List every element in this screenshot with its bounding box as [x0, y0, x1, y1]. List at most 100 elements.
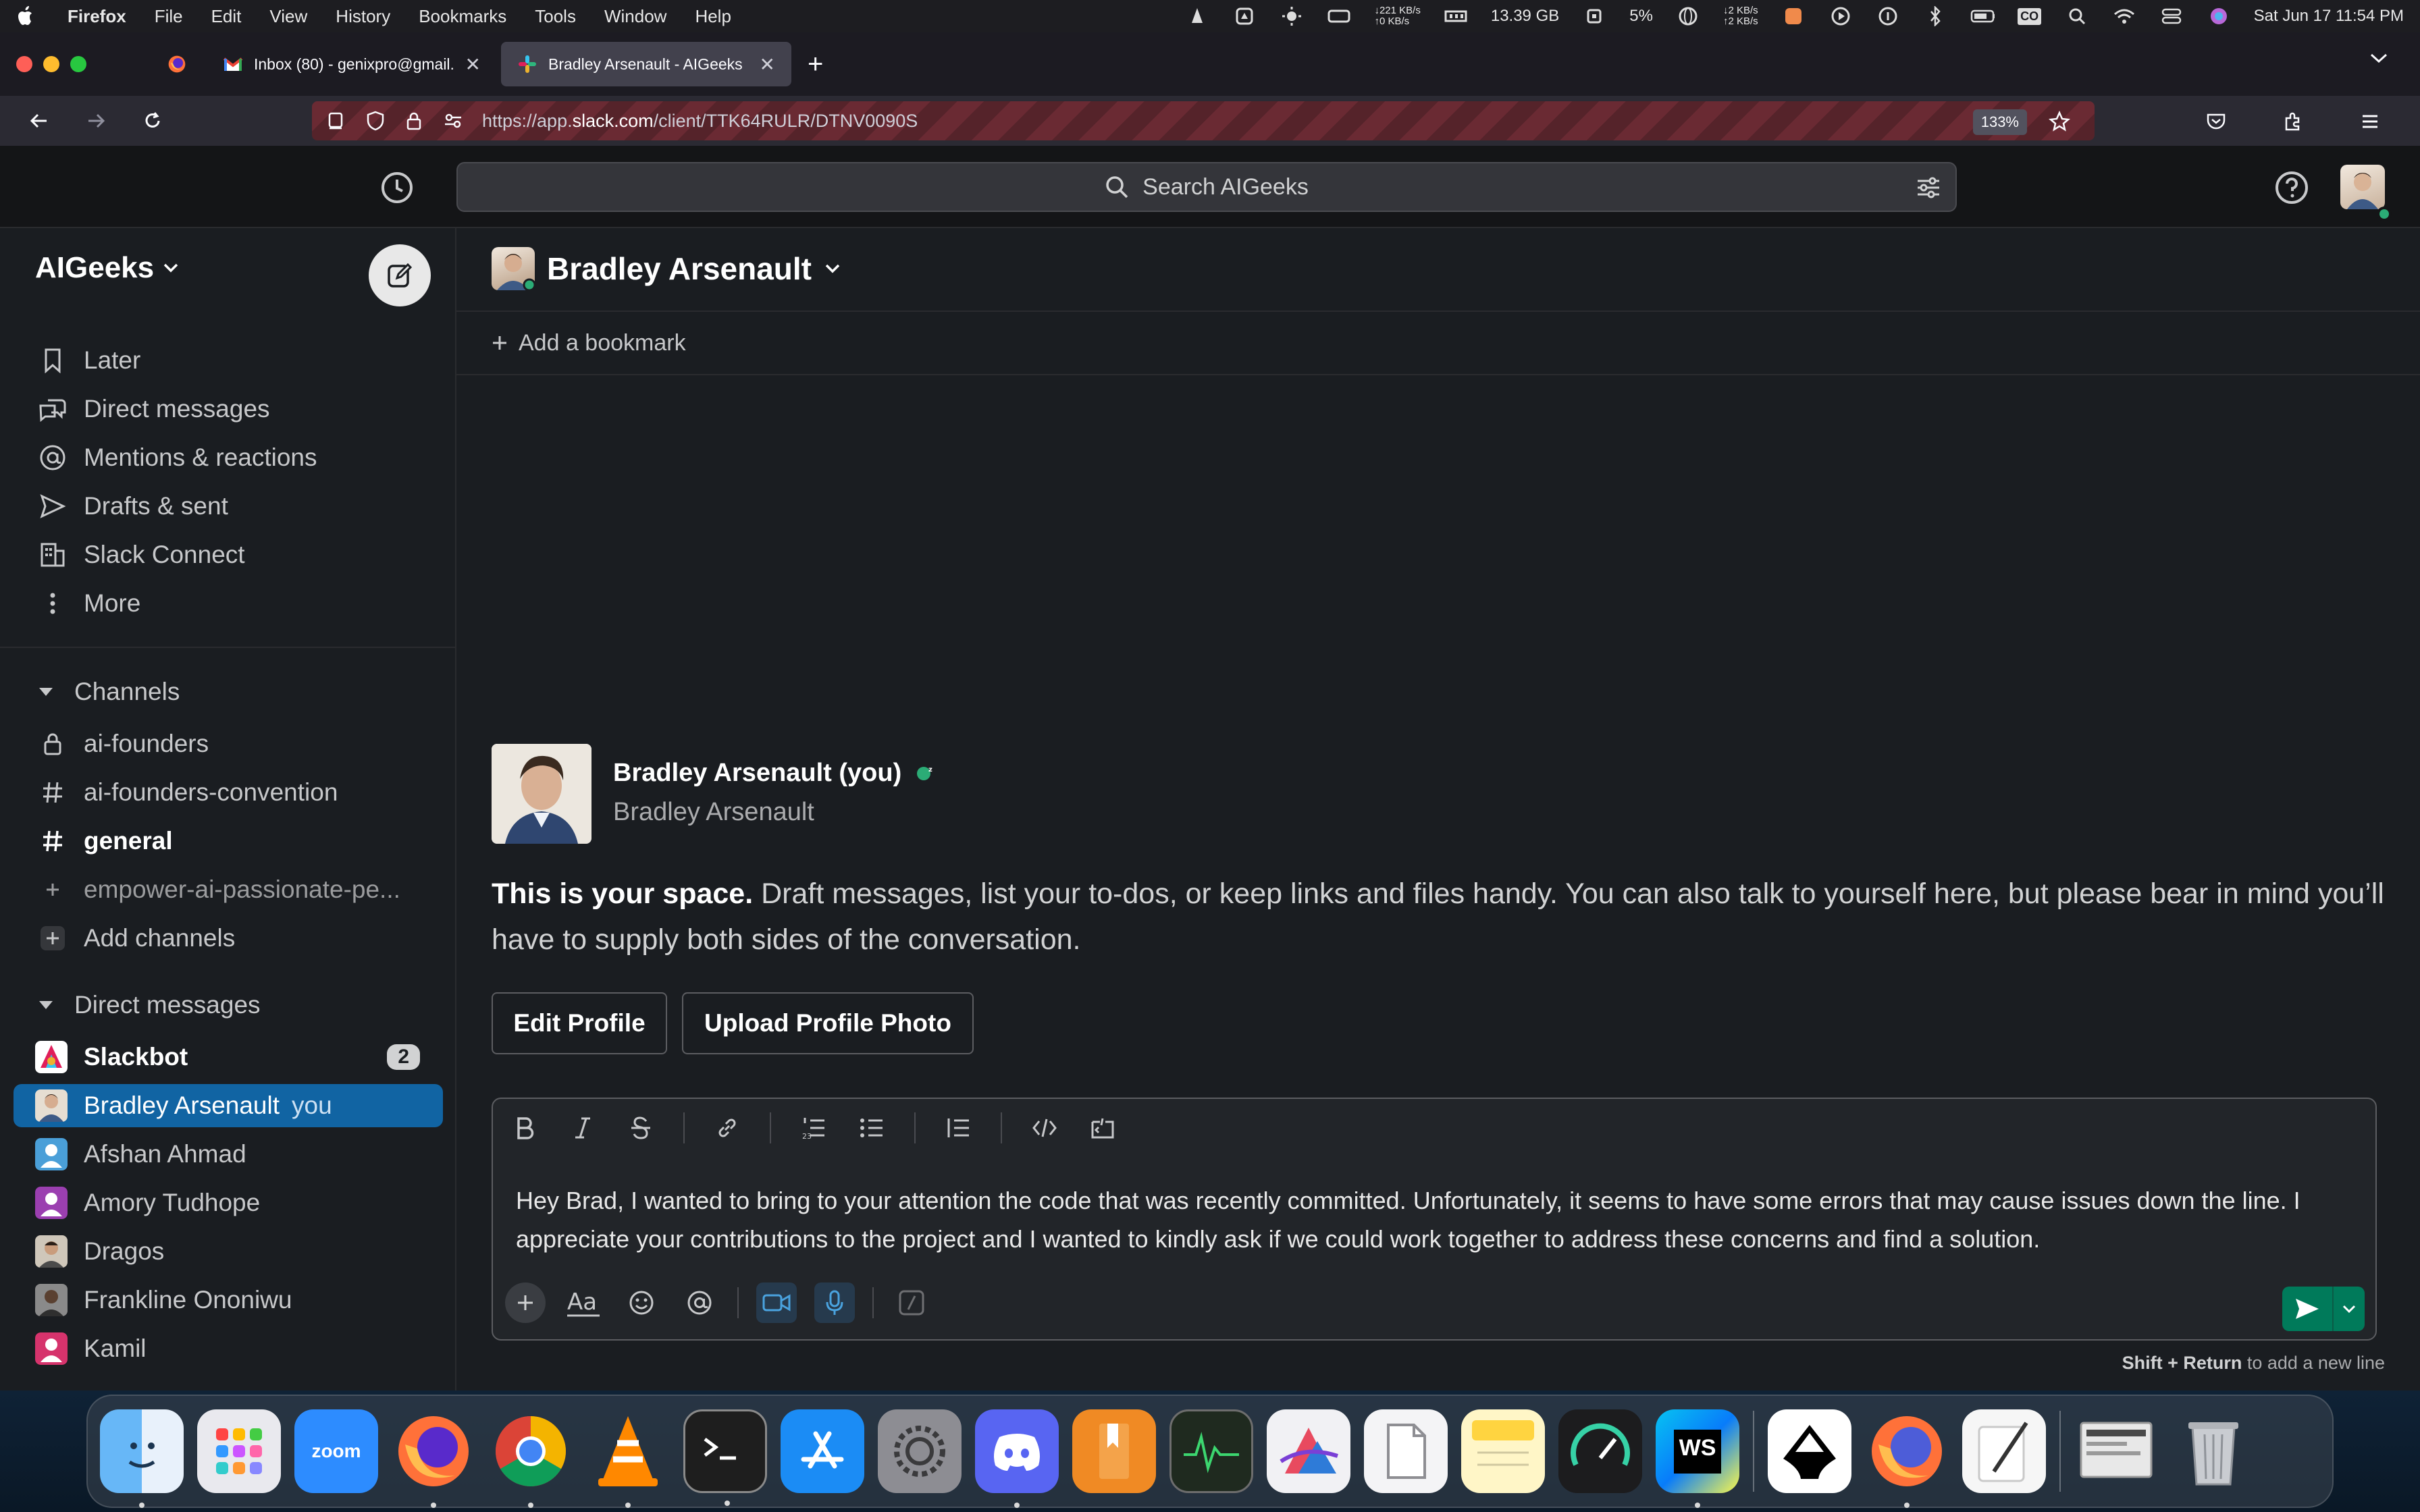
- sidebar-dm-slackbot[interactable]: Slackbot 2: [14, 1035, 443, 1079]
- downloads-stack-icon[interactable]: [2074, 1409, 2158, 1493]
- accessibility-status-icon[interactable]: [1876, 6, 1900, 26]
- address-bar[interactable]: https://app.slack.com/client/TTK64RULR/D…: [312, 101, 2095, 140]
- finder-app-icon[interactable]: [100, 1409, 184, 1508]
- inkscape-app-icon[interactable]: [1768, 1409, 1851, 1493]
- sidebar-item-mentions[interactable]: Mentions & reactions: [14, 436, 443, 479]
- menu-file[interactable]: File: [155, 6, 183, 27]
- video-clip-button[interactable]: [756, 1282, 797, 1323]
- affinity-app-icon[interactable]: [1267, 1409, 1350, 1493]
- profile-photo[interactable]: [492, 744, 591, 844]
- search-input[interactable]: Search AIGeeks: [456, 162, 1957, 212]
- lock-icon[interactable]: [405, 111, 423, 131]
- pocket-icon[interactable]: [2196, 101, 2236, 142]
- new-tab-plus-icon[interactable]: +: [808, 49, 823, 80]
- compose-button[interactable]: [369, 244, 431, 306]
- code-button[interactable]: [1029, 1112, 1060, 1143]
- apple-menu-icon[interactable]: [16, 5, 47, 27]
- emoji-button[interactable]: [621, 1282, 662, 1323]
- tab-list-chevron-icon[interactable]: [2369, 51, 2389, 65]
- system-settings-icon[interactable]: [878, 1409, 962, 1493]
- bold-button[interactable]: [509, 1112, 540, 1143]
- firefox-dev-app-icon[interactable]: [1865, 1409, 1949, 1508]
- network-speed-readout[interactable]: ↓221 KB/s ↑0 KB/s: [1374, 5, 1420, 27]
- menu-window[interactable]: Window: [604, 6, 666, 27]
- menu-app-name[interactable]: Firefox: [68, 6, 126, 27]
- pinned-tab-firefox[interactable]: [151, 42, 203, 86]
- trash-icon[interactable]: [2172, 1409, 2255, 1493]
- disk-status-icon[interactable]: [1327, 6, 1351, 26]
- strikethrough-button[interactable]: [625, 1112, 656, 1143]
- spotlight-search-icon[interactable]: [2065, 6, 2089, 26]
- clock-datetime[interactable]: Sat Jun 17 11:54 PM: [2254, 7, 2404, 26]
- menu-bookmarks[interactable]: Bookmarks: [419, 6, 506, 27]
- sidebar-dm-frankline-ononiwu[interactable]: Frankline Ononiwu: [14, 1278, 443, 1322]
- sidebar-dm-dragos[interactable]: Dragos: [14, 1230, 443, 1273]
- network2-speed-readout[interactable]: ↓2 KB/s ↑2 KB/s: [1723, 5, 1758, 27]
- tab-gmail[interactable]: Inbox (80) - genixpro@gmail.co ✕: [207, 42, 497, 86]
- zoom-level-badge[interactable]: 133%: [1972, 109, 2027, 135]
- window-minimize-button[interactable]: [43, 56, 59, 72]
- script-editor-app-icon[interactable]: [1962, 1409, 2046, 1493]
- remote-control-icon[interactable]: [325, 111, 346, 131]
- vlc-app-icon[interactable]: [586, 1409, 670, 1508]
- menu-view[interactable]: View: [269, 6, 307, 27]
- control-center-icon[interactable]: [2159, 6, 2184, 26]
- italic-button[interactable]: [567, 1112, 598, 1143]
- menu-tools[interactable]: Tools: [535, 6, 576, 27]
- sidebar-dm-afshan-ahmad[interactable]: Afshan Ahmad: [14, 1133, 443, 1176]
- speedtest-app-icon[interactable]: [1558, 1409, 1642, 1493]
- send-button[interactable]: [2282, 1287, 2332, 1331]
- co-badge-icon[interactable]: CO: [2018, 6, 2042, 26]
- battery-icon[interactable]: [1970, 6, 1995, 26]
- text-format-toggle[interactable]: Aa: [563, 1282, 604, 1323]
- mention-button[interactable]: [679, 1282, 720, 1323]
- code-block-button[interactable]: [1087, 1112, 1118, 1143]
- add-bookmark-button[interactable]: Add a bookmark: [492, 330, 686, 356]
- sidebar-dm-kamil[interactable]: Kamil: [14, 1327, 443, 1370]
- firefox-app-icon[interactable]: [392, 1409, 475, 1508]
- url-text[interactable]: https://app.slack.com/client/TTK64RULR/D…: [482, 111, 918, 132]
- sidebar-dm-amory-tudhope[interactable]: Amory Tudhope: [14, 1181, 443, 1224]
- files-app-icon[interactable]: [1364, 1409, 1448, 1493]
- tab-slack[interactable]: Bradley Arsenault - AIGeeks - 2 ✕: [501, 42, 791, 86]
- blockquote-button[interactable]: [943, 1112, 974, 1143]
- brightness-status-icon[interactable]: [1280, 6, 1304, 26]
- menu-help[interactable]: Help: [695, 6, 731, 27]
- sidebar-item-drafts[interactable]: Drafts & sent: [14, 485, 443, 528]
- sidebar-dm-bradley-arsenault[interactable]: Bradley Arsenault you: [14, 1084, 443, 1127]
- ordered-list-button[interactable]: 23: [798, 1112, 829, 1143]
- bluetooth-icon[interactable]: [1923, 6, 1947, 26]
- chrome-app-icon[interactable]: [489, 1409, 573, 1508]
- notes-app-icon[interactable]: [1461, 1409, 1545, 1493]
- permissions-icon[interactable]: [443, 111, 463, 131]
- extensions-icon[interactable]: [2273, 101, 2313, 142]
- sidebar-channel-ai-founders[interactable]: ai-founders: [14, 722, 443, 765]
- terminal-app-icon[interactable]: [683, 1409, 767, 1506]
- books-app-icon[interactable]: [1072, 1409, 1156, 1493]
- cpu-readout[interactable]: 5%: [1629, 7, 1653, 26]
- user-avatar[interactable]: [2340, 165, 2385, 209]
- audio-clip-button[interactable]: [814, 1282, 855, 1323]
- upload-profile-photo-button[interactable]: Upload Profile Photo: [682, 992, 974, 1054]
- siri-icon[interactable]: [2207, 6, 2231, 26]
- help-icon[interactable]: [2274, 170, 2309, 205]
- slash-command-button[interactable]: [891, 1282, 932, 1323]
- edit-profile-button[interactable]: Edit Profile: [492, 992, 667, 1054]
- bookmark-star-icon[interactable]: [2049, 111, 2070, 132]
- sidebar-item-later[interactable]: Later: [14, 339, 443, 382]
- app-menu-icon[interactable]: [2350, 101, 2390, 142]
- amphetamine-status-icon[interactable]: [1781, 6, 1806, 26]
- tab-close-icon[interactable]: ✕: [465, 53, 481, 76]
- menu-history[interactable]: History: [336, 6, 390, 27]
- tracking-shield-icon[interactable]: [366, 111, 385, 131]
- tab-close-icon[interactable]: ✕: [760, 53, 775, 76]
- forward-arrow-icon[interactable]: [76, 101, 116, 141]
- discord-app-icon[interactable]: [975, 1409, 1059, 1508]
- conversation-title-button[interactable]: Bradley Arsenault: [492, 247, 841, 290]
- zoom-app-icon[interactable]: zoom: [294, 1409, 378, 1493]
- vlc-status-icon[interactable]: [1185, 6, 1209, 26]
- memory-readout[interactable]: 13.39 GB: [1491, 7, 1559, 26]
- history-clock-icon[interactable]: [379, 170, 415, 205]
- link-button[interactable]: [712, 1112, 743, 1143]
- channels-section-toggle[interactable]: Channels: [38, 678, 180, 706]
